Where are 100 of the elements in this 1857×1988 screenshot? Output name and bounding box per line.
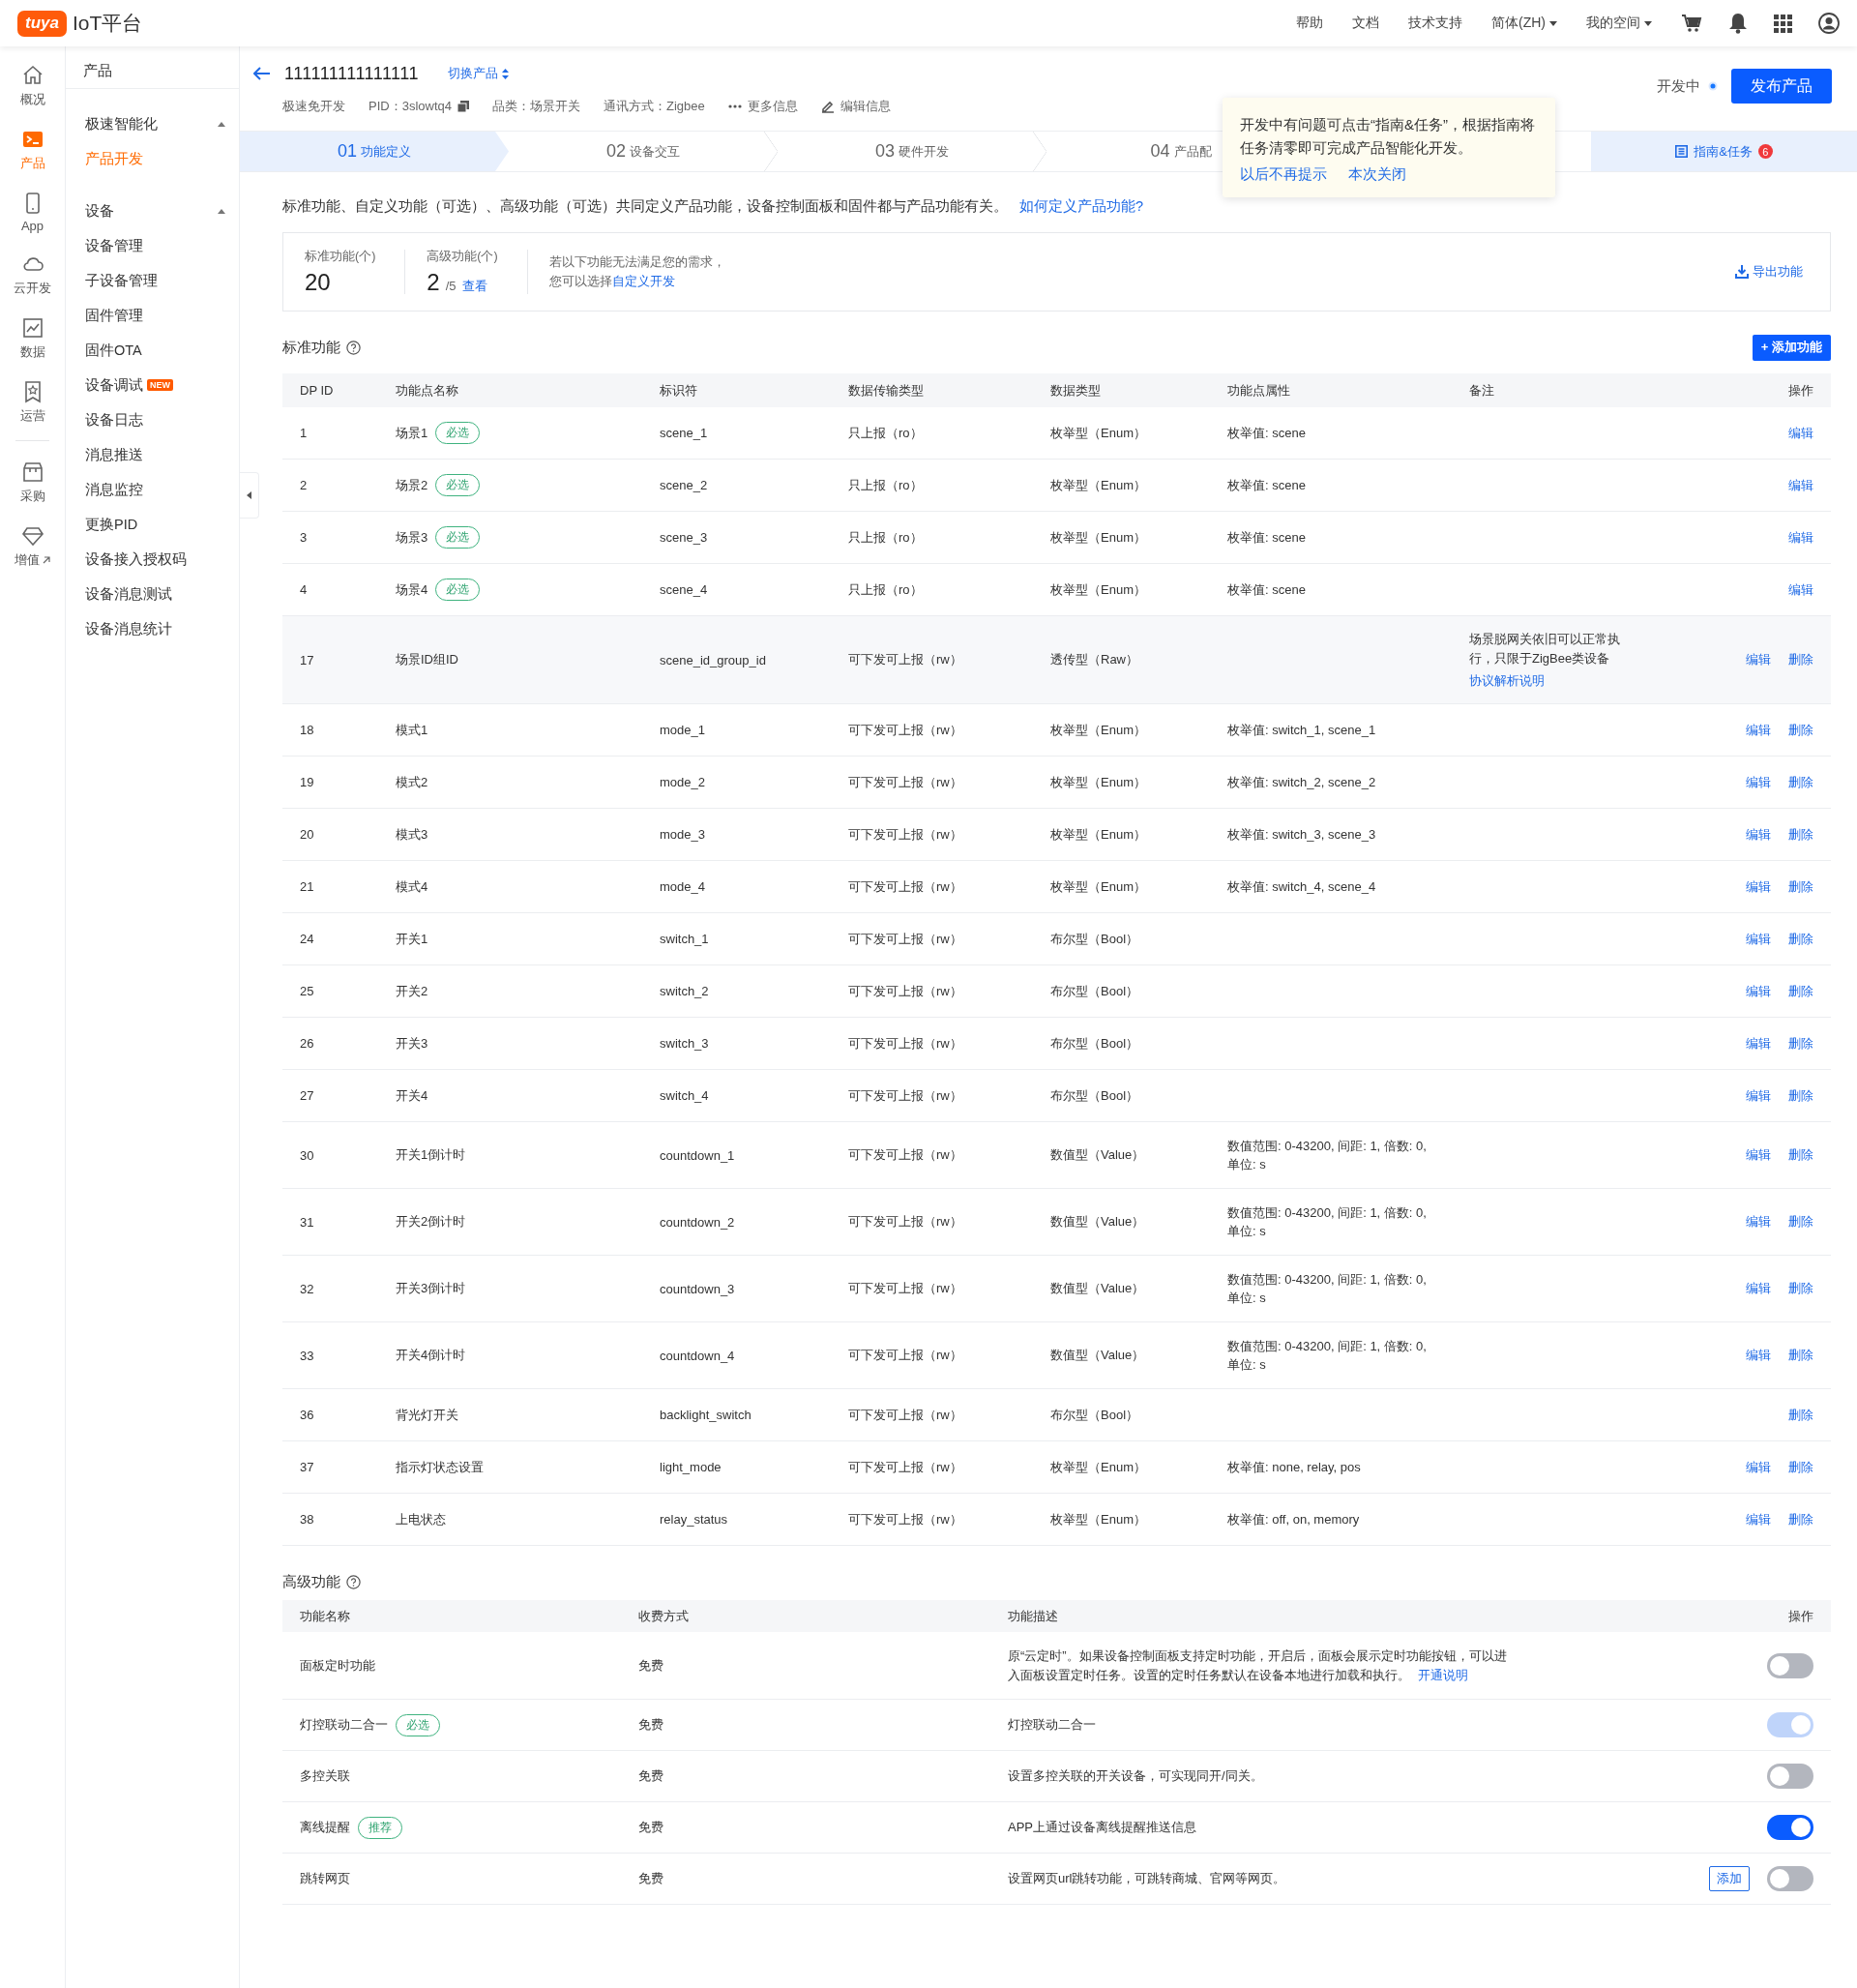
row-action-link[interactable]: 编辑 <box>1746 1213 1771 1231</box>
copy-icon[interactable] <box>457 101 469 112</box>
switch-product-link[interactable]: 切换产品 <box>447 65 509 82</box>
nav-rail-item[interactable]: App <box>0 192 65 233</box>
back-arrow-icon[interactable] <box>253 67 271 80</box>
sidebar-item[interactable]: 消息推送 <box>66 437 239 472</box>
sidebar-item[interactable]: 产品开发 <box>66 141 239 176</box>
header-link[interactable]: 我的空间 <box>1586 15 1652 32</box>
sidebar-item[interactable]: 设备管理 <box>66 228 239 263</box>
add-function-button[interactable]: + 添加功能 <box>1752 334 1831 361</box>
row-action-link[interactable]: 编辑 <box>1746 773 1771 791</box>
add-button[interactable]: 添加 <box>1709 1866 1750 1891</box>
row-action-link[interactable]: 删除 <box>1788 773 1813 791</box>
view-link[interactable]: 查看 <box>461 277 487 295</box>
nav-rail-item[interactable]: 增值 <box>0 524 65 569</box>
help-link[interactable]: 如何定义产品功能? <box>1019 198 1144 214</box>
row-action-link[interactable]: 编辑 <box>1746 1146 1771 1164</box>
row-action-link[interactable]: 编辑 <box>1746 877 1771 896</box>
publish-button[interactable]: 发布产品 <box>1731 69 1832 104</box>
row-action-link[interactable]: 编辑 <box>1788 580 1813 599</box>
row-action-link[interactable]: 删除 <box>1788 930 1813 948</box>
row-action-link[interactable]: 删除 <box>1788 1510 1813 1528</box>
nav-rail-item[interactable]: 数据 <box>0 316 65 361</box>
sidebar-group[interactable]: 设备 <box>66 193 239 228</box>
toggle-switch[interactable] <box>1767 1866 1813 1891</box>
table-cell-text: 可下发可上报（rw） <box>848 1146 963 1164</box>
row-action-link[interactable]: 编辑 <box>1788 424 1813 442</box>
sidebar-item[interactable]: 消息监控 <box>66 472 239 507</box>
row-action-link[interactable]: 编辑 <box>1746 721 1771 739</box>
table-cell-text: 数值范围: 0-43200, 间距: 1, 倍数: 0, 单位: s <box>1227 1204 1428 1240</box>
row-action-link[interactable]: 编辑 <box>1746 930 1771 948</box>
tip-link[interactable]: 本次关闭 <box>1348 165 1406 184</box>
row-action-link[interactable]: 删除 <box>1788 721 1813 739</box>
sidebar-group[interactable]: 极速智能化 <box>66 106 239 141</box>
activation-link[interactable]: 开通说明 <box>1418 1667 1468 1682</box>
tip-link[interactable]: 以后不再提示 <box>1240 165 1327 184</box>
row-action-link[interactable]: 删除 <box>1788 1347 1813 1364</box>
row-action-link[interactable]: 删除 <box>1788 982 1813 1000</box>
table-cell-text: scene_2 <box>660 478 709 492</box>
row-action-link[interactable]: 删除 <box>1788 1213 1813 1231</box>
row-action-link[interactable]: 编辑 <box>1746 1086 1771 1105</box>
row-action-link[interactable]: 删除 <box>1788 1034 1813 1053</box>
sidebar-item[interactable]: 设备调试 NEW <box>66 368 239 402</box>
sidebar-item[interactable]: 设备接入授权码 <box>66 542 239 577</box>
table-cell-text: 布尔型（Bool） <box>1050 1086 1140 1105</box>
column-header: 收费方式 <box>638 1607 690 1625</box>
row-action-link[interactable]: 删除 <box>1788 1458 1813 1476</box>
collapse-sidebar-button[interactable] <box>240 472 259 519</box>
row-action-link[interactable]: 编辑 <box>1788 476 1813 494</box>
row-action-link[interactable]: 编辑 <box>1746 1034 1771 1053</box>
row-action-link[interactable]: 删除 <box>1788 1406 1813 1424</box>
toggle-switch[interactable] <box>1767 1652 1813 1678</box>
row-action-link[interactable]: 编辑 <box>1746 1458 1771 1476</box>
apps-grid-icon[interactable] <box>1774 14 1792 33</box>
row-action-link[interactable]: 编辑 <box>1746 825 1771 844</box>
count-badge: 6 <box>1757 144 1773 159</box>
table-cell-text: scene_id_group_id <box>660 652 767 668</box>
guide-tasks-tab[interactable]: 指南&任务 6 <box>1591 132 1857 171</box>
row-action-link[interactable]: 编辑 <box>1746 982 1771 1000</box>
header-link[interactable]: 技术支持 <box>1408 15 1462 32</box>
sidebar-item[interactable]: 固件OTA <box>66 333 239 368</box>
column-header: 功能名称 <box>300 1607 351 1625</box>
more-info-button[interactable]: 更多信息 <box>727 98 798 115</box>
row-action-link[interactable]: 编辑 <box>1746 1510 1771 1528</box>
header-link[interactable]: 帮助 <box>1296 15 1323 32</box>
nav-rail-item[interactable]: 产品 <box>0 128 65 172</box>
table-cell-text: 枚举值: switch_4, scene_4 <box>1227 878 1377 896</box>
bell-icon[interactable] <box>1728 13 1748 34</box>
table-cell-text: mode_3 <box>660 827 706 842</box>
nav-rail-item[interactable]: 概况 <box>0 64 65 108</box>
toggle-switch[interactable] <box>1767 1815 1813 1840</box>
edit-info-button[interactable]: 编辑信息 <box>820 98 891 115</box>
sidebar-item[interactable]: 子设备管理 <box>66 263 239 298</box>
step-tab[interactable]: 01 功能定义 <box>240 132 509 171</box>
sidebar-item[interactable]: 固件管理 <box>66 298 239 333</box>
nav-rail-item[interactable]: 云开发 <box>0 252 65 297</box>
sidebar-item[interactable]: 设备消息测试 <box>66 577 239 611</box>
header-link[interactable]: 文档 <box>1352 15 1379 32</box>
row-action-link[interactable]: 编辑 <box>1746 651 1771 668</box>
sidebar-item[interactable]: 更换PID <box>66 507 239 542</box>
custom-dev-link[interactable]: 自定义开发 <box>611 275 675 288</box>
row-action-link[interactable]: 编辑 <box>1746 1347 1771 1364</box>
row-action-link[interactable]: 删除 <box>1788 825 1813 844</box>
row-action-link[interactable]: 删除 <box>1788 1086 1813 1105</box>
header-link[interactable]: 简体(ZH) <box>1491 15 1557 32</box>
sidebar-item[interactable]: 设备消息统计 <box>66 611 239 646</box>
user-avatar-icon[interactable] <box>1818 13 1840 34</box>
nav-rail-item[interactable]: 运营 <box>0 380 65 425</box>
row-action-link[interactable]: 编辑 <box>1788 528 1813 547</box>
export-button[interactable]: 导出功能 <box>1729 262 1809 282</box>
protocol-link[interactable]: 协议解析说明 <box>1469 672 1697 690</box>
row-action-link[interactable]: 删除 <box>1788 651 1813 668</box>
row-action-link[interactable]: 删除 <box>1788 1280 1813 1297</box>
row-action-link[interactable]: 删除 <box>1788 1146 1813 1164</box>
row-action-link[interactable]: 删除 <box>1788 877 1813 896</box>
row-action-link[interactable]: 编辑 <box>1746 1280 1771 1297</box>
sidebar-item[interactable]: 设备日志 <box>66 402 239 437</box>
nav-rail-item[interactable]: 采购 <box>0 460 65 505</box>
cart-icon[interactable] <box>1681 14 1702 33</box>
toggle-switch[interactable] <box>1767 1764 1813 1789</box>
